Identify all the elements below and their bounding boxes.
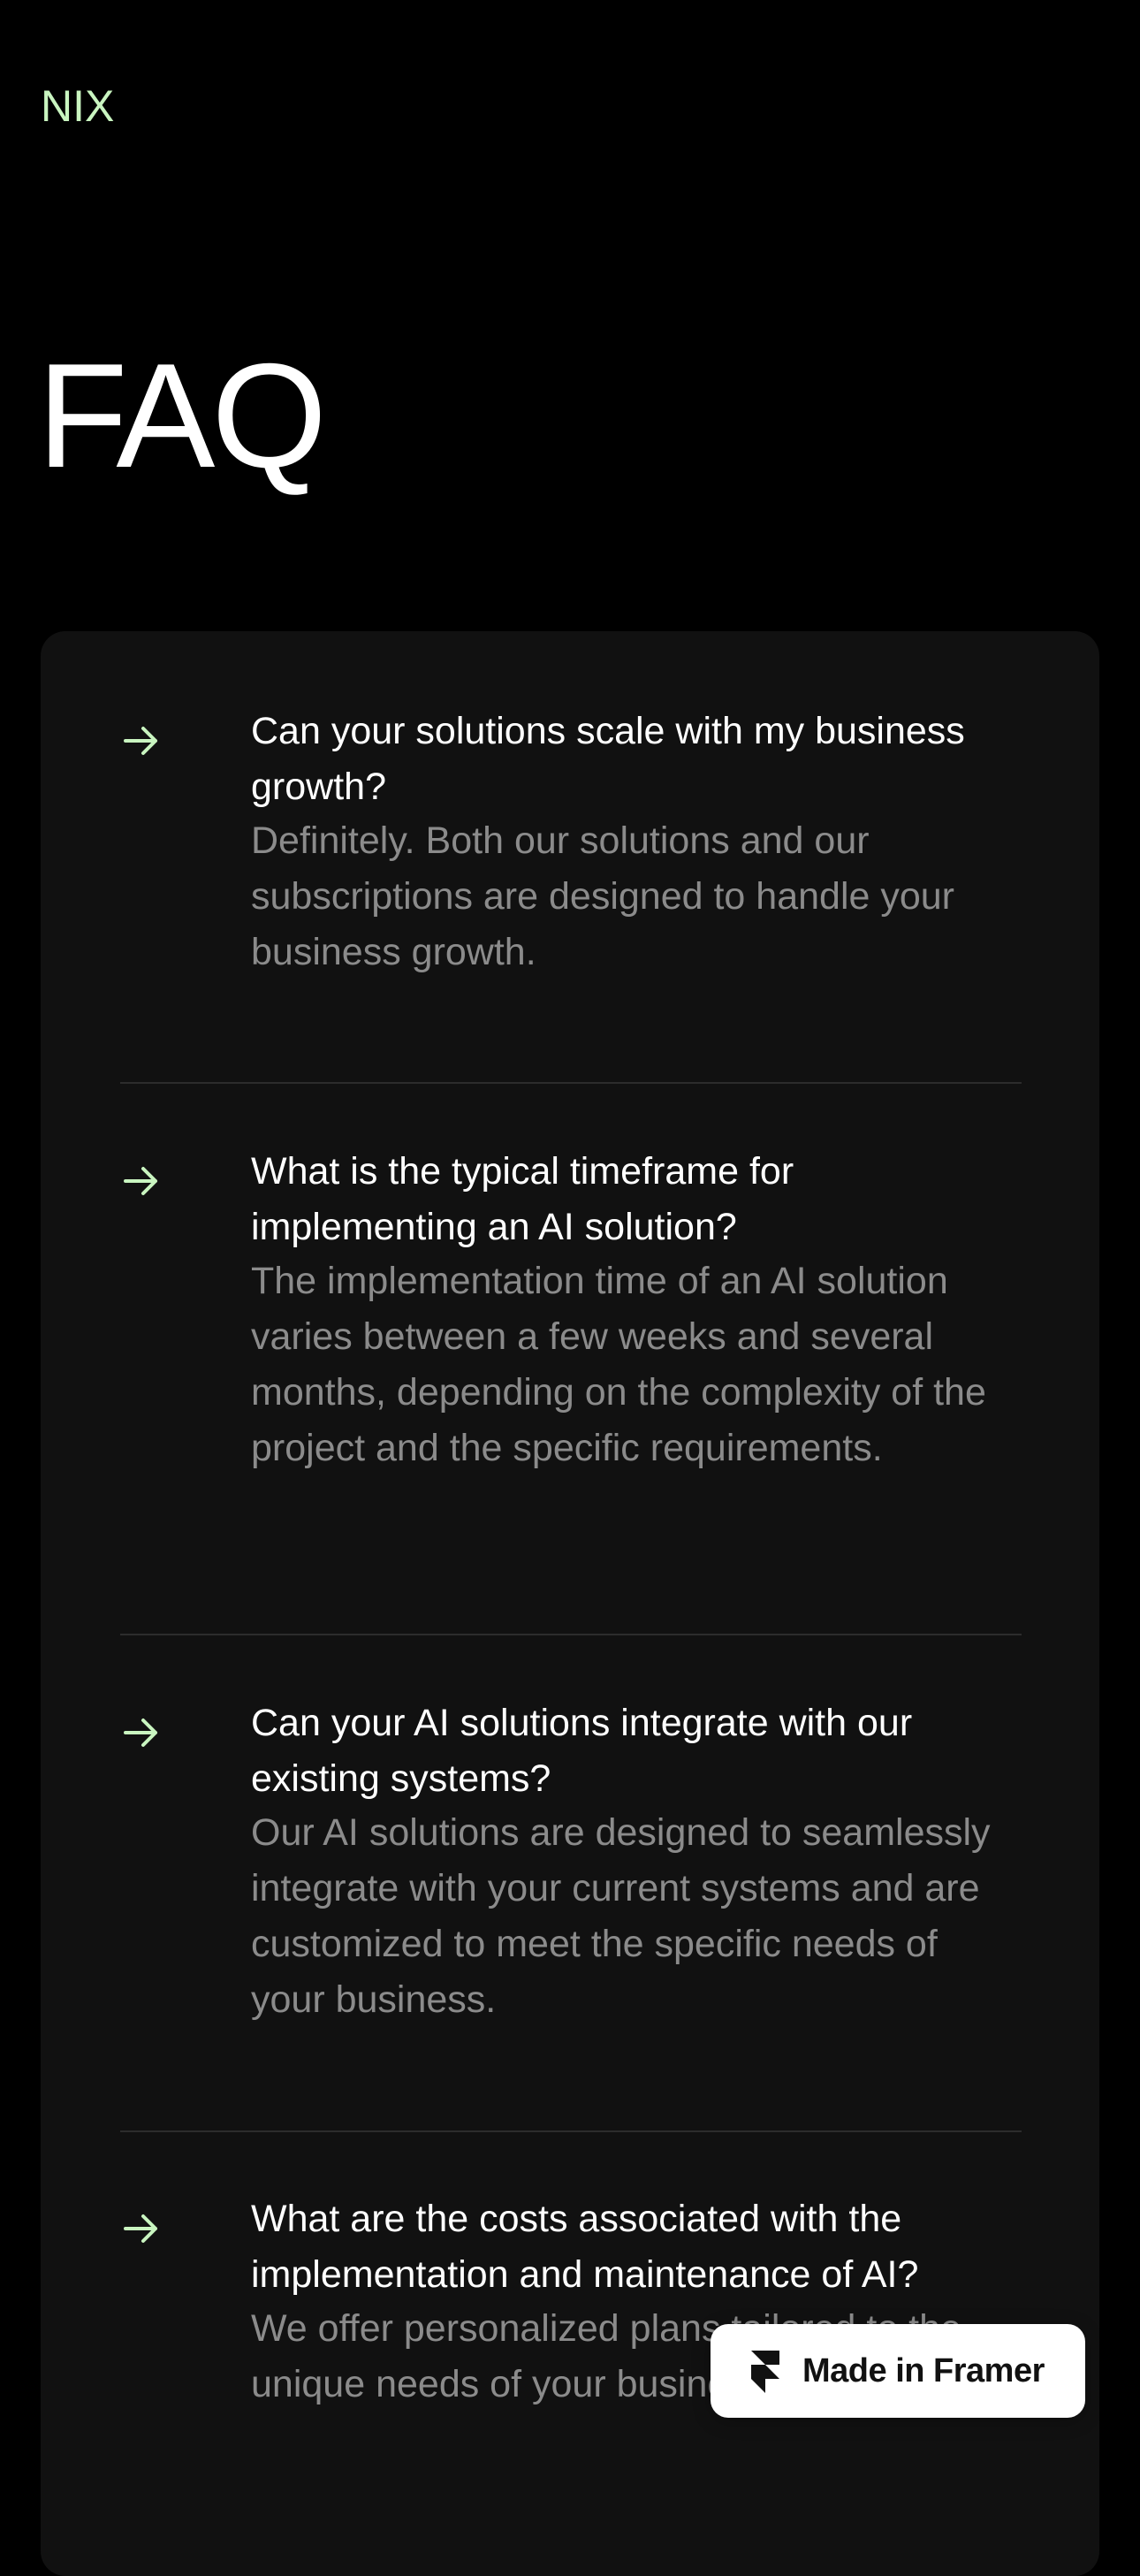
logo[interactable]: NIX: [41, 81, 114, 131]
arrow-right-icon: [120, 1711, 173, 1764]
arrow-right-icon: [120, 2207, 173, 2260]
divider: [120, 1082, 1022, 1084]
faq-question: Can your AI solutions integrate with our…: [251, 1702, 913, 1800]
faq-answer: Our AI solutions are designed to seamles…: [251, 1811, 991, 2021]
made-in-framer-badge[interactable]: Made in Framer: [711, 2324, 1085, 2418]
arrow-right-icon: [120, 720, 173, 773]
badge-label: Made in Framer: [802, 2352, 1045, 2389]
faq-answer: The implementation time of an AI solutio…: [251, 1260, 986, 1469]
faq-answer: Definitely. Both our solutions and our s…: [251, 819, 955, 973]
faq-question: What is the typical timeframe for implem…: [251, 1150, 794, 1248]
faq-list: Can your solutions scale with my busines…: [41, 631, 1099, 2576]
framer-logo-icon: [748, 2351, 783, 2393]
faq-question: What are the costs associated with the i…: [251, 2198, 919, 2296]
arrow-right-icon: [120, 1160, 173, 1213]
divider: [120, 2130, 1022, 2132]
divider: [120, 1634, 1022, 1635]
faq-question: Can your solutions scale with my busines…: [251, 710, 965, 808]
page-title: FAQ: [37, 332, 327, 499]
